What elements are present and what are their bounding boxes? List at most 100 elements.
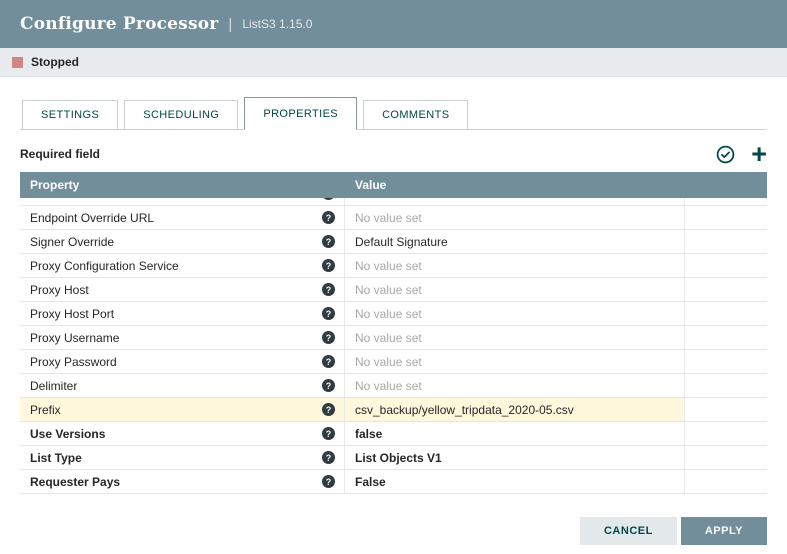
property-value-cell[interactable]: No value set — [345, 254, 685, 277]
property-row: Use Versions? false — [20, 422, 767, 446]
property-name: Use Versions — [30, 427, 105, 441]
apply-button[interactable]: APPLY — [681, 517, 767, 545]
property-value: List Objects V1 — [355, 451, 442, 465]
property-value: No value set — [355, 198, 422, 201]
property-value: false — [355, 427, 382, 441]
property-value-cell[interactable]: No value set — [345, 278, 685, 301]
tab-properties-label: PROPERTIES — [263, 108, 338, 120]
help-icon[interactable]: ? — [322, 331, 335, 344]
row-extra-cell — [685, 326, 767, 349]
property-value: No value set — [355, 307, 422, 321]
help-icon[interactable]: ? — [322, 355, 335, 368]
property-row: Proxy Host Port? No value set — [20, 302, 767, 326]
processor-name-version: ListS3 1.15.0 — [242, 17, 312, 31]
property-value-cell[interactable]: No value set — [345, 326, 685, 349]
property-row: Endpoint Override URL?No value set — [20, 206, 767, 230]
tab-scheduling[interactable]: SCHEDULING — [124, 100, 238, 129]
property-row: Proxy Password? No value set — [20, 350, 767, 374]
property-value-cell[interactable]: No value set — [345, 350, 685, 373]
help-icon[interactable]: ? — [322, 259, 335, 272]
property-value: No value set — [355, 331, 422, 345]
help-icon[interactable]: ? — [322, 379, 335, 392]
property-value-cell[interactable]: No value set — [345, 206, 685, 229]
property-value-cell[interactable]: No value set — [345, 374, 685, 397]
help-icon[interactable]: ? — [322, 198, 335, 200]
property-value: False — [355, 475, 386, 489]
properties-toolbar: Required field + — [20, 136, 767, 172]
tab-comments[interactable]: COMMENTS — [363, 100, 468, 129]
tab-settings[interactable]: SETTINGS — [22, 100, 118, 129]
verify-properties-icon[interactable] — [716, 145, 735, 164]
cancel-button[interactable]: CANCEL — [580, 517, 677, 545]
help-icon[interactable]: ? — [322, 307, 335, 320]
help-icon[interactable]: ? — [322, 283, 335, 296]
property-name: Requester Pays — [30, 475, 120, 489]
property-name: Proxy Configuration Service — [30, 259, 179, 273]
help-icon[interactable]: ? — [322, 475, 335, 488]
add-property-icon[interactable]: + — [751, 145, 767, 164]
property-value-cell[interactable]: No value set — [345, 198, 685, 205]
status-label: Stopped — [31, 55, 79, 69]
property-value: No value set — [355, 379, 422, 393]
dialog-content: SETTINGS SCHEDULING PROPERTIES COMMENTS … — [0, 77, 787, 554]
property-name: Proxy Host Port — [30, 307, 114, 321]
property-value-cell[interactable]: No value set — [345, 302, 685, 325]
tab-comments-label: COMMENTS — [382, 109, 449, 121]
row-extra-cell — [685, 230, 767, 253]
property-row: Proxy Host?No value set — [20, 278, 767, 302]
property-value-cell[interactable]: List Objects V1 — [345, 446, 685, 469]
stopped-icon — [12, 57, 23, 68]
dialog-title: Configure Processor — [20, 14, 218, 34]
row-extra-cell — [685, 470, 767, 493]
tab-properties[interactable]: PROPERTIES — [244, 97, 357, 130]
property-name: Prefix — [30, 403, 61, 417]
property-name: Proxy Username — [30, 331, 119, 345]
title-separator: | — [228, 16, 232, 33]
property-row: Proxy Username? No value set — [20, 326, 767, 350]
table-header-row: Property Value — [20, 172, 767, 198]
help-icon[interactable]: ? — [322, 235, 335, 248]
dialog-header: Configure Processor | ListS3 1.15.0 — [0, 0, 787, 48]
property-row: Proxy Configuration Service? No value set — [20, 254, 767, 278]
property-name-cell: Endpoint Override URL? — [20, 206, 345, 229]
property-name-cell: Proxy Host Port? — [20, 302, 345, 325]
toolbar-icons: + — [716, 145, 767, 164]
property-value-cell[interactable]: Default Signature — [345, 230, 685, 253]
row-extra-cell — [685, 278, 767, 301]
property-value-cell[interactable]: csv_backup/yellow_tripdata_2020-05.csv — [345, 398, 685, 421]
property-name-cell: Proxy Password? — [20, 350, 345, 373]
help-icon[interactable]: ? — [322, 451, 335, 464]
property-name-cell: List Type? — [20, 446, 345, 469]
property-name: Proxy Host — [30, 283, 89, 297]
property-value: csv_backup/yellow_tripdata_2020-05.csv — [355, 403, 574, 417]
property-name-cell: Signer Override? — [20, 230, 345, 253]
property-name: Proxy Password — [30, 355, 117, 369]
row-extra-cell — [685, 350, 767, 373]
property-row: Signer Override?Default Signature — [20, 230, 767, 254]
help-icon[interactable]: ? — [322, 211, 335, 224]
property-name-cell: Prefix? — [20, 398, 345, 421]
property-value-cell[interactable]: False — [345, 470, 685, 493]
dialog-footer: CANCEL APPLY — [580, 517, 767, 545]
property-row: Prefix? csv_backup/yellow_tripdata_2020-0… — [20, 398, 767, 422]
row-extra-cell — [685, 198, 767, 205]
property-value-cell[interactable]: false — [345, 422, 685, 445]
property-column-header: Property — [20, 178, 345, 192]
property-name-cell: Proxy Host? — [20, 278, 345, 301]
property-name-cell: Proxy Username? — [20, 326, 345, 349]
property-value: No value set — [355, 355, 422, 369]
required-field-label: Required field — [20, 147, 100, 161]
row-extra-cell — [685, 446, 767, 469]
property-name: List Type — [30, 451, 82, 465]
tab-bar: SETTINGS SCHEDULING PROPERTIES COMMENTS — [20, 97, 767, 130]
configure-processor-dialog: Configure Processor | ListS3 1.15.0 Stop… — [0, 0, 787, 554]
property-row: SSL Context Service? No value set — [20, 198, 767, 206]
property-name: SSL Context Service — [30, 198, 140, 201]
property-name: Endpoint Override URL — [30, 211, 154, 225]
row-extra-cell — [685, 398, 767, 421]
property-name: Delimiter — [30, 379, 77, 393]
help-icon[interactable]: ? — [322, 427, 335, 440]
property-row: Delimiter? No value set — [20, 374, 767, 398]
help-icon[interactable]: ? — [322, 403, 335, 416]
tab-scheduling-label: SCHEDULING — [143, 109, 219, 121]
